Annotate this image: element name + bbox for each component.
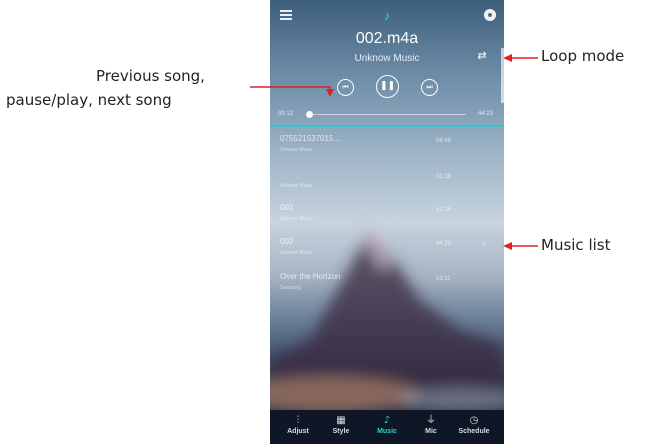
loop-mode-label: Loop mode: [541, 47, 625, 65]
list-arrowhead: [503, 242, 512, 250]
music-list-label: Music list: [541, 236, 611, 254]
controls-arrow: [250, 86, 331, 90]
controls-label-line1: Previous song,: [96, 67, 205, 85]
loop-arrowhead: [503, 54, 512, 62]
controls-label-line2: pause/play, next song: [6, 91, 172, 109]
controls-arrowhead: [326, 89, 334, 97]
